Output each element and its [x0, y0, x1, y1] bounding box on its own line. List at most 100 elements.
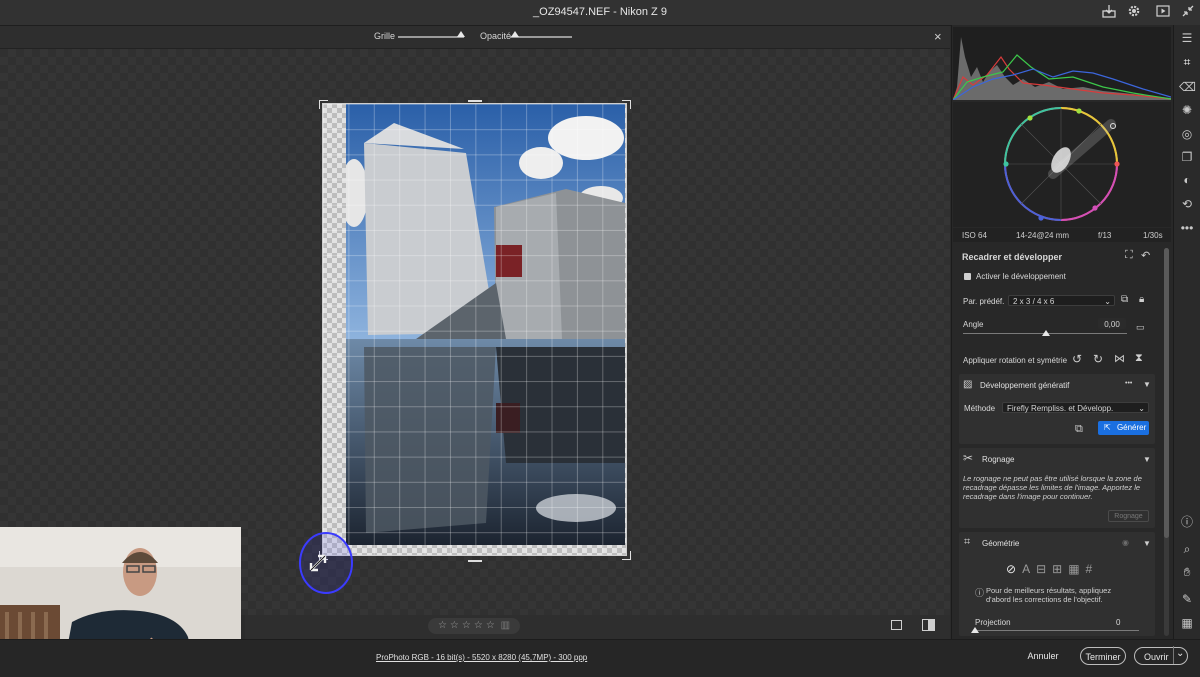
hand-icon[interactable]: ✋︎ [1179, 564, 1195, 580]
grid-label: Grille [374, 31, 396, 41]
info-panel-icon[interactable]: ⓘ [1179, 514, 1195, 530]
grid-slider-knob[interactable] [456, 31, 465, 37]
opacity-slider[interactable] [510, 31, 572, 42]
upright-auto-icon[interactable]: A [1022, 562, 1036, 576]
crop-handle-bottom-right[interactable] [622, 551, 631, 560]
flip-horizontal-icon[interactable]: ⋈ [1114, 352, 1125, 365]
projection-slider-knob[interactable] [971, 627, 979, 633]
export-icon[interactable] [1101, 4, 1117, 20]
gear-icon[interactable] [1126, 4, 1142, 20]
title-bar: _OZ94547.NEF - Nikon Z 9 [0, 0, 1200, 26]
snapshots-icon[interactable]: ⟲ [1179, 196, 1195, 212]
lock-icon[interactable]: 🔒︎ [1139, 294, 1144, 305]
collapse-section-icon[interactable]: ▼ [1143, 380, 1151, 389]
close-overlay-button[interactable]: × [934, 29, 942, 44]
collapse-icon[interactable] [1180, 4, 1196, 20]
play-icon[interactable] [1155, 4, 1171, 20]
straighten-icon[interactable]: ▭ [1136, 322, 1145, 333]
shutter-value: 1/30s [1143, 231, 1163, 240]
visibility-icon[interactable]: ◉ [1122, 538, 1129, 547]
layers-icon[interactable]: ❐ [1179, 149, 1195, 165]
variations-icon[interactable]: ⧉ [1075, 423, 1083, 436]
crop-tool-icon[interactable]: ⌗ [1179, 54, 1195, 70]
method-label: Méthode [964, 404, 996, 413]
generative-expand-icon: ▨ [963, 379, 973, 390]
before-after-icon[interactable] [922, 619, 935, 631]
open-button[interactable]: Ouvrir ⌄ [1134, 645, 1188, 665]
flip-vertical-icon[interactable]: ⧗ [1135, 352, 1143, 365]
open-button-label[interactable]: Ouvrir [1144, 652, 1169, 662]
upright-full-icon[interactable]: ▦ [1068, 562, 1085, 576]
preset-value[interactable]: 2 x 3 / 4 x 6 [1013, 297, 1054, 306]
geometry-icon: ⌗ [964, 536, 971, 548]
method-value[interactable]: Firefly Rempliss. et Développ. [1007, 404, 1113, 413]
auto-crop-icon[interactable]: ⛶ [1125, 249, 1133, 262]
external-link-icon: ⇱ [1104, 423, 1111, 432]
generate-button-label[interactable]: Générer [1117, 423, 1146, 432]
reset-icon[interactable]: ↶ [1141, 249, 1150, 262]
preset-dropdown[interactable]: 2 x 3 / 4 x 6 ⌄ [1008, 295, 1115, 306]
workflow-options-link[interactable]: ProPhoto RGB - 16 bit(s) - 5520 x 8280 (… [376, 653, 587, 662]
orientation-icon[interactable]: ⧉ [1121, 294, 1128, 305]
red-eye-icon[interactable]: ◎ [1179, 126, 1195, 142]
upright-guided-icon[interactable]: # [1086, 562, 1099, 576]
crop-panel-title: Recadrer et développer [962, 252, 1063, 262]
trash-icon[interactable]: ▥ [498, 620, 510, 631]
healing-icon[interactable]: ✺ [1179, 102, 1195, 118]
stars-text[interactable]: ☆☆☆☆☆ [438, 620, 498, 631]
bottom-bar [0, 639, 1200, 677]
angle-label: Angle [963, 320, 984, 329]
rotate-label: Appliquer rotation et symétrie [963, 356, 1068, 365]
crop-apply-button[interactable]: Rognage [1108, 510, 1149, 522]
panel-scrollbar-thumb[interactable] [1164, 248, 1169, 538]
angle-slider-knob[interactable] [1042, 330, 1050, 336]
upright-level-icon[interactable]: ⊟ [1036, 562, 1052, 576]
geometry-info: Pour de meilleurs résultats, appliquez d… [986, 586, 1112, 604]
crop-handle-top[interactable] [468, 100, 482, 102]
done-button[interactable]: Terminer [1080, 647, 1126, 665]
crop-section-title: Rognage [982, 455, 1015, 464]
upright-mode-buttons[interactable]: ⊘A⊟⊞▦# [1006, 562, 1110, 576]
projection-label: Projection [975, 618, 1011, 627]
more-options-icon[interactable]: ••• [1125, 380, 1132, 387]
edit-sliders-icon[interactable]: ☰ [1179, 30, 1195, 46]
color-sampler-icon[interactable]: ✎ [1179, 591, 1195, 607]
rotate-right-icon[interactable]: ↻ [1093, 352, 1103, 366]
generate-button[interactable]: ⇱ Générer [1098, 421, 1149, 435]
lens-value: 14-24@24 mm [1016, 231, 1070, 240]
rotate-left-icon[interactable]: ↺ [1072, 352, 1082, 366]
info-icon: ⓘ [975, 588, 985, 598]
method-dropdown[interactable]: Firefly Rempliss. et Développ. ⌄ [1002, 402, 1149, 413]
projection-value[interactable]: 0 [1116, 618, 1120, 627]
grid-toggle-icon[interactable]: ▦ [1179, 615, 1195, 631]
crop-handle-bottom[interactable] [468, 560, 482, 562]
grid-slider[interactable] [398, 31, 465, 42]
color-wheel [953, 102, 1171, 227]
presets-icon[interactable]: ◐ [1179, 172, 1195, 188]
projection-slider[interactable] [973, 630, 1139, 631]
chevron-down-icon: ⌄ [1104, 297, 1111, 306]
star-rating[interactable]: ☆☆☆☆☆ ▥ [428, 618, 520, 634]
angle-input[interactable]: 0,00 [1098, 318, 1126, 329]
crop-overlay-grid[interactable] [322, 103, 627, 556]
enable-expand-label: Activer le développement [976, 272, 1066, 281]
aperture-value: f/13 [1098, 231, 1112, 240]
upright-off-icon[interactable]: ⊘ [1006, 562, 1022, 576]
more-tools-icon[interactable]: ••• [1179, 220, 1195, 236]
enable-expand-checkbox[interactable] [964, 273, 971, 280]
opacity-slider-knob[interactable] [510, 31, 519, 37]
collapse-section-icon[interactable]: ▼ [1143, 455, 1151, 464]
upright-vertical-icon[interactable]: ⊞ [1052, 562, 1068, 576]
cancel-button[interactable]: Annuler [1022, 647, 1064, 665]
eraser-icon[interactable]: ⌫ [1179, 79, 1196, 95]
crop-handle-top-right[interactable] [622, 100, 631, 109]
single-view-icon[interactable] [891, 620, 902, 630]
geometry-title: Géométrie [982, 539, 1020, 548]
crop-handle-top-left[interactable] [319, 100, 328, 109]
preset-label: Par. prédéf. [963, 297, 1005, 306]
histogram [952, 27, 1172, 101]
open-options-caret[interactable]: ⌄ [1176, 645, 1184, 663]
collapse-section-icon[interactable]: ▼ [1143, 539, 1151, 548]
zoom-icon[interactable]: ⌕ [1179, 541, 1195, 557]
crop-message: Le rognage ne peut pas être utilisé lors… [963, 474, 1142, 501]
